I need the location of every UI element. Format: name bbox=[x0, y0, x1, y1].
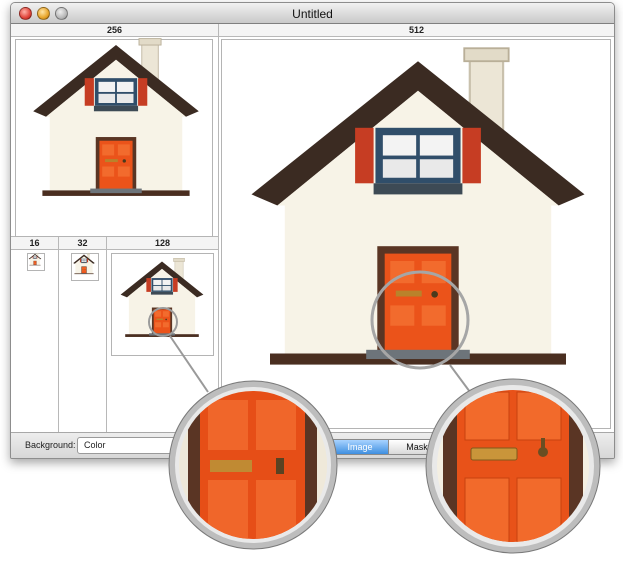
zoom-lens-left bbox=[168, 380, 338, 550]
zoom-lens-right bbox=[425, 378, 601, 554]
small-magnifier-ring bbox=[148, 307, 178, 337]
large-magnifier-ring bbox=[370, 270, 470, 370]
